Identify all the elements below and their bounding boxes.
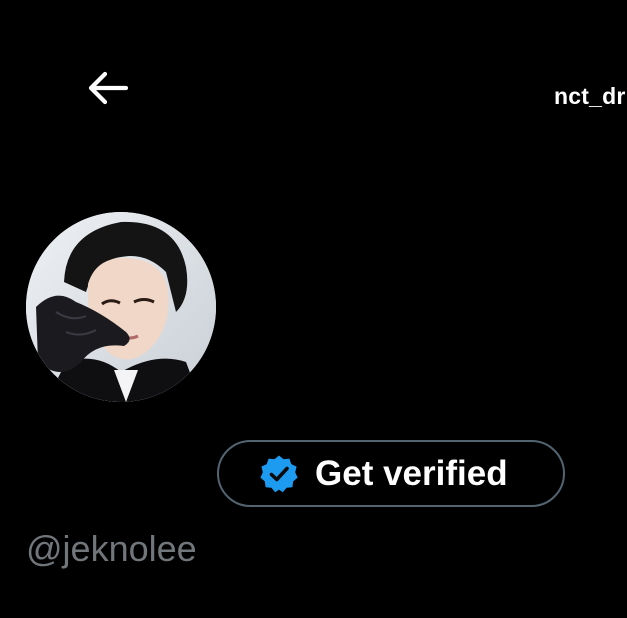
get-verified-label: Get verified bbox=[315, 453, 508, 493]
back-button[interactable] bbox=[82, 68, 134, 112]
get-verified-button[interactable]: Get verified bbox=[217, 440, 565, 507]
profile-handle: @jeknolee bbox=[26, 528, 197, 569]
arrow-left-icon bbox=[86, 71, 130, 110]
profile-header-name: nct_dr bbox=[554, 83, 626, 109]
avatar[interactable] bbox=[26, 212, 216, 402]
verified-badge-icon bbox=[259, 454, 299, 494]
